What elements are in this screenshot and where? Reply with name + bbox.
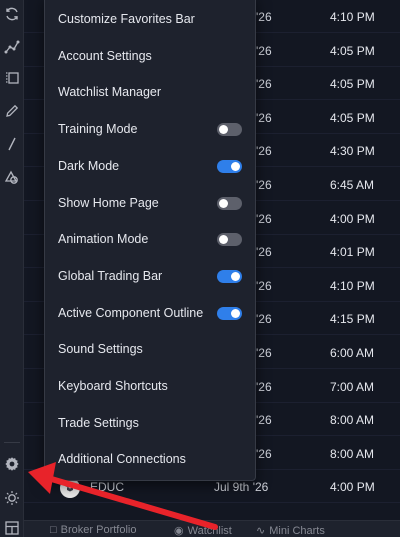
shapes-icon[interactable] bbox=[2, 167, 22, 187]
time-cell: 4:10 PM bbox=[330, 10, 375, 24]
date-cell: '26 bbox=[256, 144, 272, 159]
active-component-outline-toggle[interactable] bbox=[217, 306, 242, 320]
bottom-tab-bar: □ Broker Portfolio ◉ Watchlist ∿ Mini Ch… bbox=[24, 520, 400, 537]
date-cell: '26 bbox=[256, 312, 272, 327]
time-cell: 4:05 PM bbox=[330, 43, 375, 58]
symbol-logo bbox=[60, 478, 80, 499]
menu-item-label: Additional Connections bbox=[58, 452, 186, 467]
time-cell: 8:00 AM bbox=[330, 446, 375, 461]
dark-mode-toggle[interactable] bbox=[217, 159, 242, 173]
menu-item-label: Dark Mode bbox=[58, 158, 120, 173]
tab-broker-portfolio[interactable]: □ Broker Portfolio bbox=[50, 524, 136, 536]
date-cell: '26 bbox=[256, 346, 272, 360]
menu-item-sound-settings[interactable]: Sound Settings bbox=[45, 331, 255, 367]
time-cell: 4:05 PM bbox=[330, 110, 375, 125]
menu-item-label: Account Settings bbox=[58, 48, 152, 63]
left-toolbar bbox=[0, 0, 24, 537]
refresh-icon[interactable] bbox=[2, 4, 22, 24]
date-cell: '26 bbox=[256, 77, 272, 92]
date-cell: '26 bbox=[256, 446, 272, 461]
training-mode-toggle[interactable] bbox=[217, 123, 242, 137]
menu-item-customize-favorites-bar[interactable]: Customize Favorites Bar bbox=[45, 1, 255, 37]
gear-icon[interactable] bbox=[2, 454, 22, 474]
menu-item-label: Animation Mode bbox=[58, 232, 149, 247]
menu-item-label: Active Component Outline bbox=[58, 305, 204, 320]
toggle-knob bbox=[231, 161, 240, 171]
date-cell: Jul 9th '26 bbox=[214, 480, 269, 495]
tab-label: Watchlist bbox=[187, 524, 232, 537]
menu-item-trade-settings[interactable]: Trade Settings bbox=[45, 405, 255, 441]
briefcase-icon: □ bbox=[50, 524, 57, 536]
time-cell: 4:30 PM bbox=[330, 144, 375, 159]
date-cell: '26 bbox=[256, 245, 272, 260]
global-trading-bar-toggle[interactable] bbox=[217, 269, 242, 283]
time-cell: 4:00 PM bbox=[330, 211, 375, 226]
symbol-name: EDUC bbox=[90, 480, 125, 495]
time-cell: 4:10 PM bbox=[330, 278, 375, 293]
menu-item-animation-mode[interactable]: Animation Mode bbox=[45, 221, 255, 257]
menu-item-show-home-page[interactable]: Show Home Page bbox=[45, 185, 255, 221]
time-cell: 4:15 PM bbox=[330, 312, 375, 327]
tab-mini-charts[interactable]: ∿ Mini Charts bbox=[256, 524, 325, 537]
trend-line-icon[interactable] bbox=[2, 37, 22, 57]
menu-item-label: Watchlist Manager bbox=[58, 85, 162, 100]
menu-item-watchlist-manager[interactable]: Watchlist Manager bbox=[45, 74, 255, 110]
toggle-knob bbox=[219, 198, 228, 208]
line-tool-icon[interactable] bbox=[2, 134, 22, 154]
menu-item-label: Global Trading Bar bbox=[58, 268, 163, 283]
menu-item-keyboard-shortcuts[interactable]: Keyboard Shortcuts bbox=[45, 368, 255, 404]
chart-icon: ∿ bbox=[256, 525, 266, 537]
time-cell: 6:00 AM bbox=[330, 346, 375, 360]
toolbar-divider bbox=[4, 442, 20, 443]
menu-item-label: Show Home Page bbox=[58, 195, 159, 210]
tab-label: Broker Portfolio bbox=[60, 524, 137, 536]
menu-item-global-trading-bar[interactable]: Global Trading Bar bbox=[45, 258, 255, 294]
grid-icon[interactable] bbox=[2, 518, 22, 537]
menu-item-training-mode[interactable]: Training Mode bbox=[45, 111, 255, 147]
menu-item-label: Sound Settings bbox=[58, 342, 143, 357]
date-cell: '26 bbox=[256, 278, 272, 293]
toggle-knob bbox=[231, 271, 240, 281]
layers-icon[interactable] bbox=[2, 68, 22, 88]
menu-item-label: Keyboard Shortcuts bbox=[58, 379, 168, 393]
date-cell: '26 bbox=[256, 413, 272, 428]
menu-item-active-component-outline[interactable]: Active Component Outline bbox=[45, 295, 255, 331]
menu-item-account-settings[interactable]: Account Settings bbox=[45, 38, 255, 74]
tab-watchlist[interactable]: ◉ Watchlist bbox=[174, 524, 232, 537]
eye-icon: ◉ bbox=[174, 525, 184, 537]
menu-item-label: Trade Settings bbox=[58, 415, 139, 430]
show-home-page-toggle[interactable] bbox=[217, 196, 242, 210]
date-cell: '26 bbox=[256, 178, 272, 192]
time-cell: 4:05 PM bbox=[330, 77, 375, 92]
toggle-knob bbox=[219, 125, 228, 135]
date-cell: '26 bbox=[256, 110, 272, 125]
animation-mode-toggle[interactable] bbox=[217, 233, 242, 247]
time-cell: 7:00 AM bbox=[330, 379, 375, 394]
time-cell: 4:00 PM bbox=[330, 480, 375, 495]
date-cell: '26 bbox=[256, 10, 272, 24]
time-cell: 6:45 AM bbox=[330, 178, 375, 192]
tab-label: Mini Charts bbox=[269, 524, 325, 537]
menu-item-dark-mode[interactable]: Dark Mode bbox=[45, 148, 255, 184]
time-cell: 8:00 AM bbox=[330, 413, 375, 428]
brightness-icon[interactable] bbox=[2, 488, 22, 508]
date-cell: '26 bbox=[256, 211, 272, 226]
toggle-knob bbox=[219, 235, 228, 245]
settings-menu: Customize Favorites Bar Account Settings W… bbox=[44, 0, 256, 481]
menu-item-additional-connections[interactable]: Additional Connections bbox=[45, 441, 255, 477]
app-window: '26 4:10 PM '26 4:05 PM '26 4:05 PM '26 4:05 PM… bbox=[0, 0, 400, 537]
menu-item-label: Customize Favorites Bar bbox=[58, 12, 195, 26]
time-cell: 4:01 PM bbox=[330, 245, 375, 260]
date-cell: '26 bbox=[256, 43, 272, 58]
pencil-icon[interactable] bbox=[2, 101, 22, 121]
date-cell: '26 bbox=[256, 379, 272, 394]
menu-item-label: Training Mode bbox=[58, 122, 138, 137]
toggle-knob bbox=[231, 308, 240, 318]
